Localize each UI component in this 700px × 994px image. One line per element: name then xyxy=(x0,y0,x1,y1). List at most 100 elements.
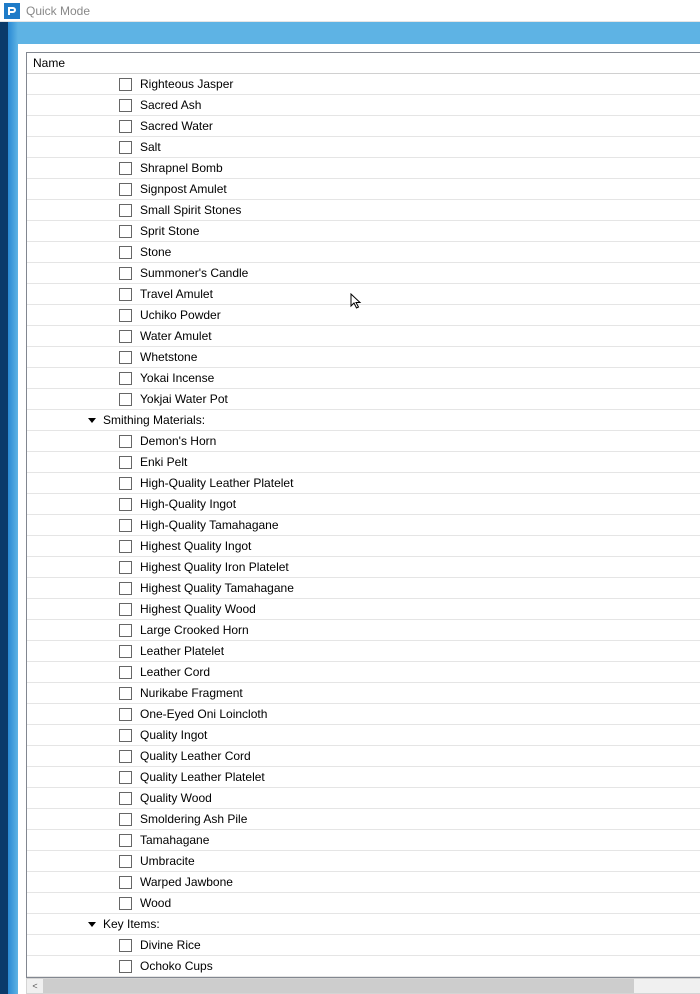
tree-item[interactable]: Highest Quality Wood xyxy=(27,599,700,620)
checkbox[interactable] xyxy=(119,456,132,469)
checkbox[interactable] xyxy=(119,834,132,847)
checkbox[interactable] xyxy=(119,225,132,238)
checkbox[interactable] xyxy=(119,792,132,805)
item-label: Yokai Incense xyxy=(140,371,214,385)
tree-item[interactable]: Sprit Stone xyxy=(27,221,700,242)
tree-item[interactable]: Highest Quality Ingot xyxy=(27,536,700,557)
tree-item[interactable]: Quality Wood xyxy=(27,788,700,809)
tree-item[interactable]: Small Spirit Stones xyxy=(27,200,700,221)
tree-item[interactable]: Water Amulet xyxy=(27,326,700,347)
column-header-name[interactable]: Name xyxy=(27,53,700,74)
item-label: Salt xyxy=(140,140,161,154)
checkbox[interactable] xyxy=(119,288,132,301)
tree-item[interactable]: Large Crooked Horn xyxy=(27,620,700,641)
item-label: Ochoko Cups xyxy=(140,959,213,973)
tree-item[interactable]: Summoner's Candle xyxy=(27,263,700,284)
checkbox[interactable] xyxy=(119,246,132,259)
checkbox[interactable] xyxy=(119,687,132,700)
tree-item[interactable]: Wood xyxy=(27,893,700,914)
checkbox[interactable] xyxy=(119,897,132,910)
checkbox[interactable] xyxy=(119,120,132,133)
tree-item[interactable]: Salt xyxy=(27,137,700,158)
checkbox[interactable] xyxy=(119,498,132,511)
tree-item[interactable]: Demon's Horn xyxy=(27,431,700,452)
item-label: Enki Pelt xyxy=(140,455,187,469)
checkbox[interactable] xyxy=(119,960,132,973)
checkbox[interactable] xyxy=(119,855,132,868)
checkbox[interactable] xyxy=(119,267,132,280)
tree-group[interactable]: Key Items: xyxy=(27,914,700,935)
checkbox[interactable] xyxy=(119,540,132,553)
tree-item[interactable]: Whetstone xyxy=(27,347,700,368)
checkbox[interactable] xyxy=(119,519,132,532)
tree-item[interactable]: Yokjai Water Pot xyxy=(27,389,700,410)
checkbox[interactable] xyxy=(119,99,132,112)
checkbox[interactable] xyxy=(119,204,132,217)
tree-item[interactable]: Uchiko Powder xyxy=(27,305,700,326)
tree-item[interactable]: Smoldering Ash Pile xyxy=(27,809,700,830)
tree-item[interactable]: Umbracite xyxy=(27,851,700,872)
tree-item[interactable]: Shrapnel Bomb xyxy=(27,158,700,179)
tree-item[interactable]: Enki Pelt xyxy=(27,452,700,473)
tree-item[interactable]: Sacred Ash xyxy=(27,95,700,116)
scroll-track[interactable] xyxy=(43,979,700,993)
checkbox[interactable] xyxy=(119,603,132,616)
item-label: Shrapnel Bomb xyxy=(140,161,223,175)
tree-item[interactable]: Quality Leather Cord xyxy=(27,746,700,767)
scroll-left-arrow-icon[interactable]: < xyxy=(27,979,43,993)
tree-item[interactable]: Quality Ingot xyxy=(27,725,700,746)
checkbox[interactable] xyxy=(119,645,132,658)
checkbox[interactable] xyxy=(119,729,132,742)
tree-item[interactable]: One-Eyed Oni Loincloth xyxy=(27,704,700,725)
tree-item[interactable]: Yokai Incense xyxy=(27,368,700,389)
checkbox[interactable] xyxy=(119,582,132,595)
tree-item[interactable]: Highest Quality Tamahagane xyxy=(27,578,700,599)
tree-item[interactable]: Signpost Amulet xyxy=(27,179,700,200)
tree-item[interactable]: Travel Amulet xyxy=(27,284,700,305)
tree-item[interactable]: Leather Cord xyxy=(27,662,700,683)
checkbox[interactable] xyxy=(119,750,132,763)
checkbox[interactable] xyxy=(119,78,132,91)
item-label: Sacred Ash xyxy=(140,98,201,112)
checkbox[interactable] xyxy=(119,309,132,322)
checkbox[interactable] xyxy=(119,666,132,679)
checkbox[interactable] xyxy=(119,813,132,826)
tree-item[interactable]: High-Quality Ingot xyxy=(27,494,700,515)
tree-item[interactable]: Tamahagane xyxy=(27,830,700,851)
checkbox[interactable] xyxy=(119,477,132,490)
tree-item[interactable]: Stone xyxy=(27,242,700,263)
tree-group[interactable]: Smithing Materials: xyxy=(27,410,700,431)
checkbox[interactable] xyxy=(119,141,132,154)
tree-item[interactable]: Warped Jawbone xyxy=(27,872,700,893)
checkbox[interactable] xyxy=(119,162,132,175)
checkbox[interactable] xyxy=(119,393,132,406)
item-label: High-Quality Leather Platelet xyxy=(140,476,293,490)
checkbox[interactable] xyxy=(119,351,132,364)
checkbox[interactable] xyxy=(119,183,132,196)
checkbox[interactable] xyxy=(119,624,132,637)
checkbox[interactable] xyxy=(119,876,132,889)
checkbox[interactable] xyxy=(119,561,132,574)
tree-item[interactable]: Highest Quality Iron Platelet xyxy=(27,557,700,578)
expander-down-icon[interactable] xyxy=(87,919,97,929)
tree-item[interactable]: Sacred Water xyxy=(27,116,700,137)
tree-item[interactable]: High-Quality Tamahagane xyxy=(27,515,700,536)
expander-down-icon[interactable] xyxy=(87,415,97,425)
horizontal-scrollbar[interactable]: < xyxy=(26,978,700,994)
scroll-thumb[interactable] xyxy=(43,979,634,993)
tree-item[interactable]: Leather Platelet xyxy=(27,641,700,662)
tree-item[interactable]: Righteous Jasper xyxy=(27,74,700,95)
checkbox[interactable] xyxy=(119,771,132,784)
checkbox[interactable] xyxy=(119,435,132,448)
item-label: Leather Cord xyxy=(140,665,210,679)
checkbox[interactable] xyxy=(119,708,132,721)
tree-item[interactable]: High-Quality Leather Platelet xyxy=(27,473,700,494)
tree-item[interactable]: Quality Leather Platelet xyxy=(27,767,700,788)
checkbox[interactable] xyxy=(119,330,132,343)
checkbox[interactable] xyxy=(119,939,132,952)
tree-item[interactable]: Ochoko Cups xyxy=(27,956,700,977)
checkbox[interactable] xyxy=(119,372,132,385)
tree-item[interactable]: Divine Rice xyxy=(27,935,700,956)
tree-view[interactable]: Name Righteous Jasper Sacred Ash Sacred Wa… xyxy=(26,52,700,978)
tree-item[interactable]: Nurikabe Fragment xyxy=(27,683,700,704)
